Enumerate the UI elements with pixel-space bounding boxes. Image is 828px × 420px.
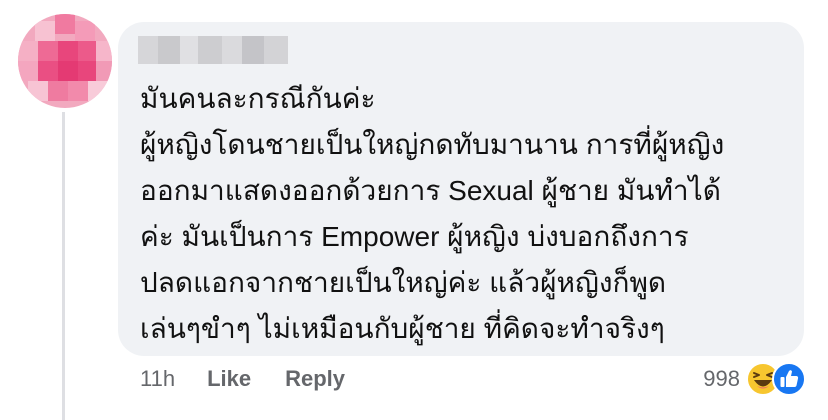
avatar[interactable] (18, 14, 112, 108)
reply-button[interactable]: Reply (285, 366, 345, 392)
comment-line: มันคนละกรณีกันค่ะ (140, 83, 376, 114)
comment-timestamp[interactable]: 11h (140, 366, 175, 392)
comment-actions: 11h Like Reply (140, 366, 379, 392)
reaction-count: 998 (703, 366, 740, 391)
comment-line: ค่ะ มันเป็นการ Empower ผู้หญิง บ่งบอกถึง… (140, 221, 689, 252)
comment-line: ออกมาแสดงออกด้วยการ Sexual ผู้ชาย มันทำไ… (140, 175, 721, 206)
comment-bubble: มันคนละกรณีกันค่ะ ผู้หญิงโดนชายเป็นใหญ่ก… (118, 22, 804, 356)
comment-line: ปลดแอกจากชายเป็นใหญ่ค่ะ แล้วผู้หญิงก็พูด (140, 267, 667, 298)
comment-line: ผู้หญิงโดนชายเป็นใหญ่กดทับมานาน การที่ผู… (140, 129, 725, 160)
reaction-summary[interactable]: 998 (703, 362, 806, 396)
reply-thread-line (62, 112, 65, 420)
comment-text: มันคนละกรณีกันค่ะ ผู้หญิงโดนชายเป็นใหญ่ก… (140, 76, 800, 352)
author-name-redacted[interactable] (138, 36, 288, 64)
like-button[interactable]: Like (207, 366, 251, 392)
like-icon (772, 362, 806, 396)
comment-line: เล่นๆขำๆ ไม่เหมือนกับผู้ชาย ที่คิดจะทำจร… (140, 313, 665, 344)
